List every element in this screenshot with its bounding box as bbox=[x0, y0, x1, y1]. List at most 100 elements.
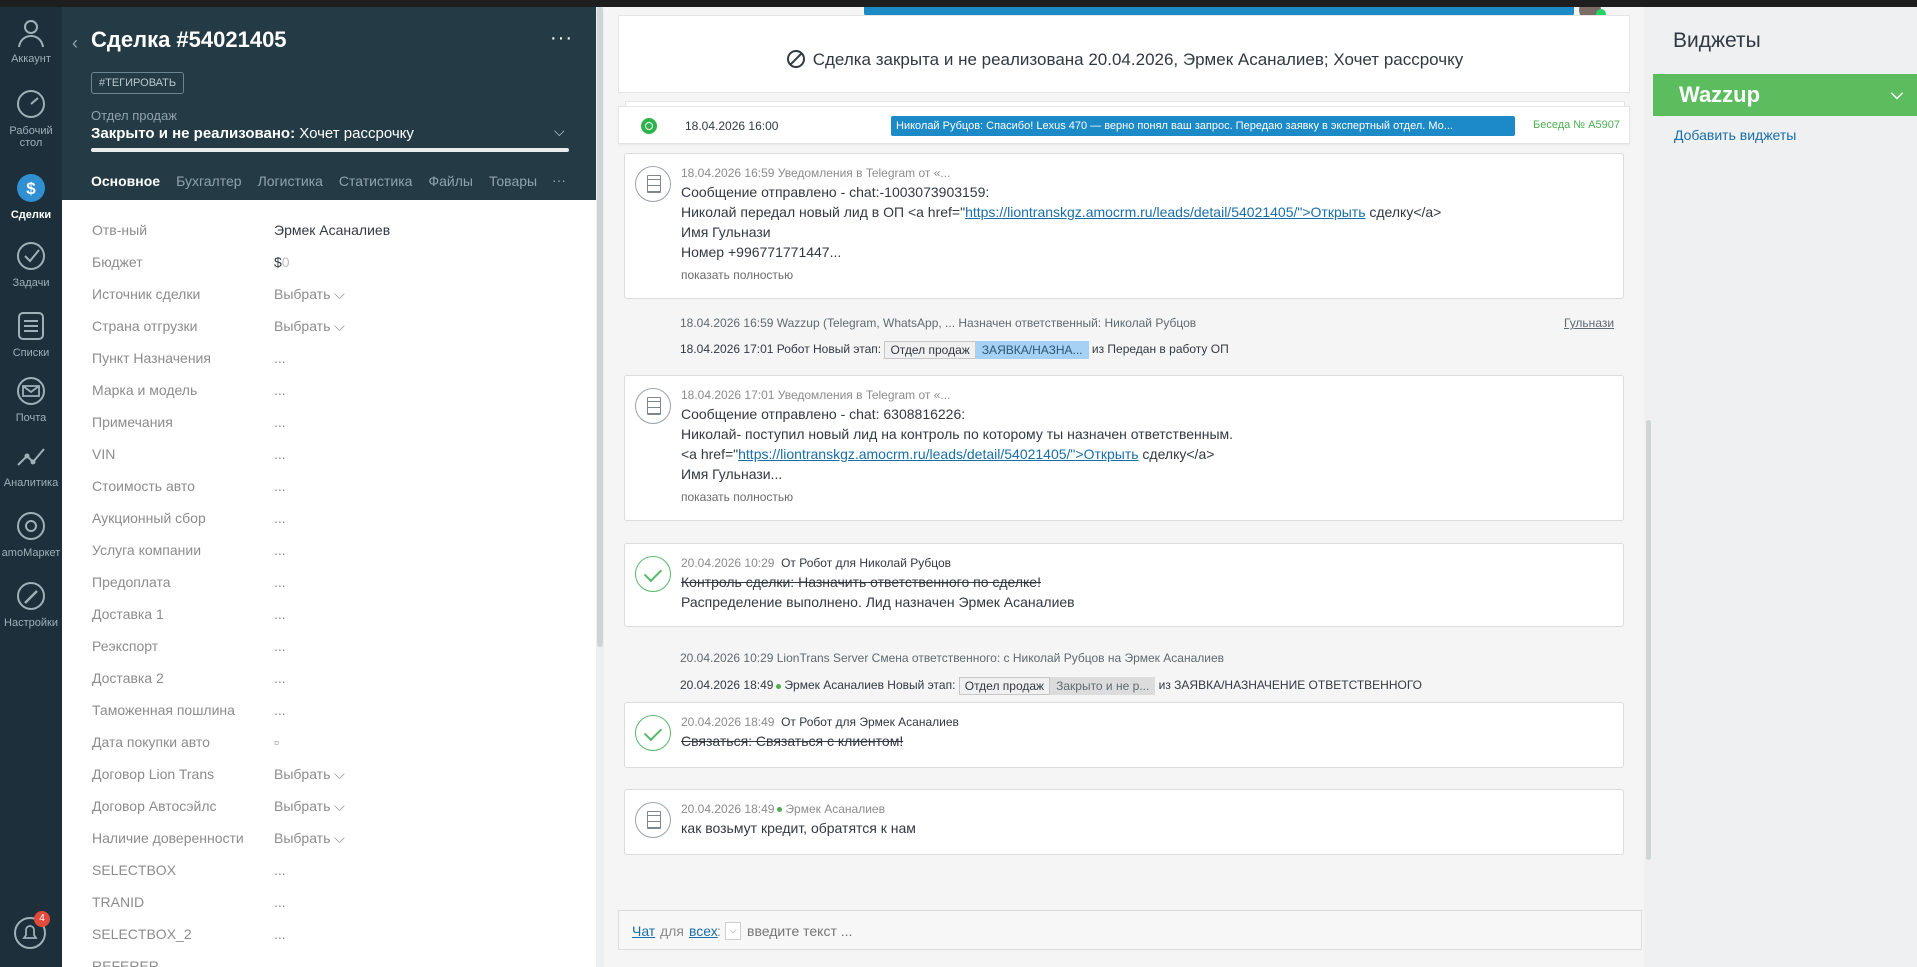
field-value[interactable]: ... bbox=[274, 926, 286, 942]
field-label: Отв-ный bbox=[92, 222, 148, 238]
field-value[interactable]: ... bbox=[274, 670, 286, 686]
tab-products[interactable]: Товары bbox=[489, 173, 537, 189]
feed-scrollbar-thumb[interactable] bbox=[1646, 420, 1651, 860]
tab-accounting[interactable]: Бухгалтер bbox=[176, 173, 241, 189]
event-text: из ЗАЯВКА/НАЗНАЧЕНИЕ ОТВЕТСТВЕННОГО bbox=[1158, 678, 1422, 693]
field-value[interactable]: ... bbox=[274, 446, 286, 462]
lead-card-panel: ‹ Сделка #54021405 ··· #ТЕГИРОВАТЬ Отдел… bbox=[62, 7, 596, 967]
wazzup-widget[interactable]: Wazzup ⌵ bbox=[1653, 74, 1917, 116]
lead-scrollbar[interactable] bbox=[596, 7, 604, 967]
tag-button[interactable]: #ТЕГИРОВАТЬ bbox=[91, 72, 185, 94]
field-value[interactable]: $0 bbox=[274, 254, 290, 270]
lead-scrollbar-thumb[interactable] bbox=[597, 7, 603, 647]
field-label: Наличие доверенности bbox=[92, 830, 244, 846]
status-reason: Хочет рассрочку bbox=[295, 125, 414, 142]
field-value-placeholder: 0 bbox=[281, 254, 290, 270]
feed-scrollbar[interactable] bbox=[1644, 7, 1653, 967]
field-value[interactable]: Выбрать ⌵ bbox=[274, 318, 345, 335]
field-row: VIN... bbox=[62, 446, 596, 478]
nav-dashboard-label: Рабочий стол bbox=[9, 125, 53, 149]
note-line-with-link: <a href="https://liontranskgz.amocrm.ru/… bbox=[681, 446, 1214, 462]
field-value[interactable]: ... bbox=[274, 894, 286, 910]
field-value-text: Эрмек Асаналиев bbox=[274, 222, 391, 238]
pipeline-label: Отдел продаж bbox=[91, 108, 177, 123]
field-label: Таможенная пошлина bbox=[92, 702, 235, 718]
tab-logistics[interactable]: Логистика bbox=[258, 173, 323, 189]
system-event: 18.04.2026 16:59 Wazzup (Telegram, Whats… bbox=[680, 316, 1197, 330]
nav-account[interactable]: Аккаунт bbox=[0, 15, 62, 65]
nav-settings[interactable]: Настройки bbox=[0, 579, 62, 629]
field-value-text: Выбрать ⌵ bbox=[274, 286, 345, 302]
wa-last-message[interactable]: Николай Рубцов: Спасибо! Lexus 470 — вер… bbox=[891, 116, 1515, 136]
field-value[interactable]: ... bbox=[274, 638, 286, 654]
field-value[interactable]: ... bbox=[274, 702, 286, 718]
field-value[interactable]: Выбрать ⌵ bbox=[274, 798, 345, 815]
chat-recipients-link[interactable]: всех bbox=[689, 923, 718, 939]
field-value[interactable]: Выбрать ⌵ bbox=[274, 766, 345, 783]
pipeline-status-select[interactable]: Закрыто и не реализовано: Хочет рассрочк… bbox=[91, 125, 414, 142]
tab-statistics[interactable]: Статистика bbox=[339, 173, 413, 189]
field-row: Доставка 2... bbox=[62, 670, 596, 702]
field-value[interactable]: ... bbox=[274, 382, 286, 398]
nav-analytics-label: Аналитика bbox=[3, 477, 59, 489]
chevron-down-icon[interactable]: ⌵ bbox=[554, 123, 565, 140]
field-row: TRANID... bbox=[62, 894, 596, 926]
chat-for-label: для bbox=[660, 923, 684, 939]
nav-analytics[interactable]: Аналитика bbox=[0, 439, 62, 489]
tab-main[interactable]: Основное bbox=[91, 173, 160, 189]
telegram-notification-note: 18.04.2026 17:01 Уведомления в Telegram … bbox=[624, 375, 1624, 521]
field-value[interactable]: ▫ bbox=[274, 734, 279, 750]
nav-lists[interactable]: Списки bbox=[0, 309, 62, 359]
field-row: Реэкспорт... bbox=[62, 638, 596, 670]
nav-mail[interactable]: Почта bbox=[0, 374, 62, 424]
chat-message-input[interactable] bbox=[747, 921, 1347, 941]
field-value[interactable]: ... bbox=[274, 606, 286, 622]
field-value-text: ... bbox=[274, 510, 286, 526]
whatsapp-icon bbox=[641, 118, 657, 134]
wa-chat-number[interactable]: Беседа № A5907 bbox=[1533, 119, 1620, 131]
field-row: Марка и модель... bbox=[62, 382, 596, 414]
field-value[interactable]: Выбрать ⌵ bbox=[274, 286, 345, 303]
status-name: Закрыто и не реализовано: bbox=[91, 125, 296, 142]
nav-mail-label: Почта bbox=[15, 412, 47, 424]
field-value[interactable]: ... bbox=[274, 862, 286, 878]
field-value[interactable]: Эрмек Асаналиев bbox=[274, 222, 390, 238]
tabs-more-icon[interactable]: ··· bbox=[552, 172, 566, 188]
field-value[interactable]: ... bbox=[274, 542, 286, 558]
lead-link[interactable]: https://liontranskgz.amocrm.ru/leads/det… bbox=[738, 446, 1138, 462]
contact-link[interactable]: Гульнази bbox=[1564, 316, 1614, 330]
lead-link[interactable]: https://liontranskgz.amocrm.ru/leads/det… bbox=[965, 204, 1365, 220]
show-full-link[interactable]: показать полностью bbox=[681, 490, 793, 504]
task-result: Распределение выполнено. Лид назначен Эр… bbox=[681, 594, 1075, 610]
note-line-with-link: Николай передал новый лид в ОП <a href="… bbox=[681, 204, 1441, 220]
chevron-down-icon[interactable]: ⌵ bbox=[1891, 74, 1903, 116]
field-value[interactable]: ... bbox=[274, 510, 286, 526]
field-value[interactable]: ... bbox=[274, 414, 286, 430]
tab-files[interactable]: Файлы bbox=[428, 173, 472, 189]
nav-settings-label: Настройки bbox=[4, 617, 58, 629]
nav-tasks[interactable]: Задачи bbox=[0, 239, 62, 289]
chevron-down-icon[interactable]: ⌵ bbox=[725, 922, 741, 940]
note-line: Николай- поступил новый лид на контроль … bbox=[681, 426, 1234, 442]
whatsapp-conversation-row[interactable]: 18.04.2026 16:00 Николай Рубцов: Спасибо… bbox=[618, 101, 1630, 144]
field-row: Страна отгрузки Выбрать ⌵ bbox=[62, 318, 596, 350]
field-row: REFERER bbox=[62, 958, 596, 967]
field-label: Пункт Назначения bbox=[92, 350, 211, 366]
document-icon bbox=[635, 166, 671, 202]
field-row: Отв-ный Эрмек Асаналиев bbox=[62, 222, 596, 254]
add-widgets-link[interactable]: Добавить виджеты bbox=[1674, 127, 1796, 143]
field-value[interactable]: Выбрать ⌵ bbox=[274, 830, 345, 847]
field-value[interactable]: ... bbox=[274, 574, 286, 590]
deals-icon: $ bbox=[17, 174, 45, 202]
chat-mode-link[interactable]: Чат bbox=[632, 923, 655, 939]
nav-dashboard[interactable]: Рабочий стол bbox=[0, 87, 62, 149]
lead-more-menu-icon[interactable]: ··· bbox=[550, 27, 573, 50]
field-label: TRANID bbox=[92, 894, 145, 910]
back-arrow-icon[interactable]: ‹ bbox=[72, 33, 78, 54]
field-value[interactable]: ... bbox=[274, 478, 286, 494]
widgets-title: Виджеты bbox=[1673, 29, 1761, 52]
nav-deals[interactable]: $ Сделки bbox=[0, 171, 62, 221]
field-value[interactable]: ... bbox=[274, 350, 286, 366]
nav-market[interactable]: amoМаркет bbox=[0, 509, 62, 559]
show-full-link[interactable]: показать полностью bbox=[681, 268, 793, 282]
